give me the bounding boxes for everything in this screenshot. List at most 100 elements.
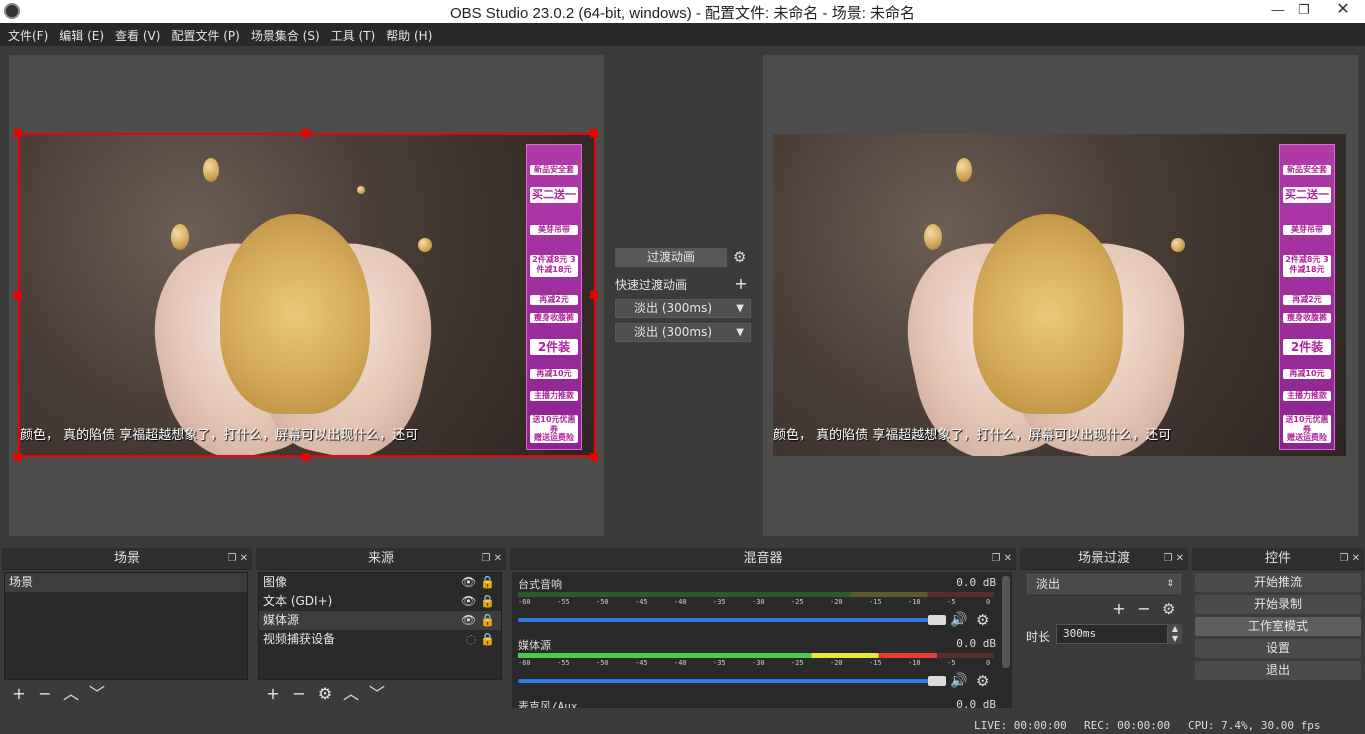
sources-list[interactable]: 图像 👁 🔒 文本 (GDI+) 👁 🔒 媒体源 👁 🔒 视频捕获设备 ◌ 🔒 [258, 572, 502, 680]
track-name: 媒体源 [518, 639, 551, 652]
ad-label: 买二送一 [1283, 187, 1331, 203]
resize-handle[interactable] [14, 129, 22, 137]
transition-select-value: 淡出 [1036, 577, 1061, 591]
eye-lock-icons[interactable]: 👁 🔒 [461, 611, 495, 630]
exit-button[interactable]: 退出 [1195, 661, 1361, 680]
sources-dock-header: 来源 ❐ ✕ [256, 548, 506, 570]
meter-ticks: -60 -55 -50 -45 -40 -35 -30 -25 -20 -15 -10 -5 0 [518, 659, 998, 669]
meter-tick-label: -40 [674, 659, 687, 667]
start-streaming-button[interactable]: 开始推流 [1195, 573, 1361, 592]
chevron-down-icon: ▼ [736, 327, 744, 338]
dock-float-close-icon[interactable]: ❐ ✕ [1339, 548, 1360, 570]
chevron-updown-icon: ⇕ [1166, 579, 1174, 589]
controls-dock-header: 控件 ❐ ✕ [1192, 548, 1364, 570]
meter-tick-label: -5 [947, 598, 956, 606]
source-label: 图像 [263, 575, 288, 589]
move-down-icon[interactable]: ﹀ [366, 683, 388, 705]
settings-button[interactable]: 设置 [1195, 639, 1361, 658]
volume-knob[interactable] [928, 615, 946, 625]
studio-mode-button[interactable]: 工作室模式 [1195, 617, 1361, 636]
gear-icon[interactable]: ⚙ [976, 672, 989, 690]
quick-transition-fade-1[interactable]: 淡出 (300ms) ▼ [615, 299, 751, 318]
list-item[interactable]: 文本 (GDI+) 👁 🔒 [259, 592, 501, 611]
list-item[interactable]: 图像 👁 🔒 [259, 573, 501, 592]
track-db: 0.0 dB [956, 637, 996, 650]
dock-float-close-icon[interactable]: ❐ ✕ [227, 548, 248, 570]
window-title: OBS Studio 23.0.2 (64-bit, windows) - 配置… [449, 5, 916, 22]
resize-handle[interactable] [14, 453, 22, 461]
menu-file[interactable]: 文件(F) [4, 23, 55, 46]
resize-handle[interactable] [590, 129, 598, 137]
transition-button[interactable]: 过渡动画 [615, 248, 727, 267]
meter-tick-label: -20 [830, 598, 843, 606]
volume-slider[interactable] [518, 679, 938, 683]
live-timer: LIVE: 00:00:00 [974, 719, 1067, 732]
eye-hidden-lock-icons[interactable]: ◌ 🔒 [466, 630, 495, 649]
menu-profile[interactable]: 配置文件 (P) [167, 23, 246, 46]
add-icon[interactable]: + [262, 683, 284, 705]
remove-icon[interactable]: − [1133, 598, 1155, 620]
move-down-icon[interactable]: ﹀ [86, 683, 108, 705]
menu-scene-collection[interactable]: 场景集合 (S) [247, 23, 327, 46]
mixer-dock-header: 混音器 ❐ ✕ [510, 548, 1016, 570]
quick-transition-label: 快速过渡动画 [615, 278, 688, 292]
ad-label: 送10元优惠券 [1283, 415, 1331, 435]
gear-icon[interactable]: ⚙ [976, 611, 989, 629]
track-name: 台式音响 [518, 578, 562, 591]
meter-tick-label: -50 [596, 598, 609, 606]
meter-tick-label: -30 [752, 659, 765, 667]
speaker-icon[interactable]: 🔊 [950, 612, 967, 628]
duration-input[interactable]: 300ms [1056, 624, 1168, 644]
dock-float-close-icon[interactable]: ❐ ✕ [481, 548, 502, 570]
ad-label: 主播力推款 [1283, 391, 1331, 401]
remove-icon[interactable]: − [34, 683, 56, 705]
resize-handle[interactable] [590, 291, 598, 299]
dock-float-close-icon[interactable]: ❐ ✕ [1163, 548, 1184, 570]
selection-box[interactable] [18, 133, 596, 457]
program-canvas: 新品安全套 买二送一 美芽吊带 2件减8元 3件减18元 再减2元 瘦身收腹裤 … [763, 55, 1358, 536]
scenes-list[interactable]: 场景 [4, 572, 248, 680]
speaker-icon[interactable]: 🔊 [950, 673, 967, 689]
program-subtitle: 颜色， 真的陷债 享福超越想象了，打什么，屏幕可以出现什么，还可 [773, 428, 1172, 443]
menu-view[interactable]: 查看 (V) [111, 23, 167, 46]
quick-transition-fade-2[interactable]: 淡出 (300ms) ▼ [615, 323, 751, 342]
mixer-scrollbar[interactable] [1002, 576, 1010, 668]
add-quick-transition-icon[interactable]: + [730, 273, 752, 295]
meter-tick-label: -15 [869, 659, 882, 667]
ad-label: 美芽吊带 [1283, 225, 1331, 235]
list-item[interactable]: 场景 [5, 573, 247, 592]
duration-spinner[interactable]: ▲ ▼ [1168, 624, 1182, 644]
dock-float-close-icon[interactable]: ❐ ✕ [991, 548, 1012, 570]
close-icon[interactable]: ✕ [1321, 0, 1365, 22]
resize-handle[interactable] [302, 453, 310, 461]
volume-knob[interactable] [928, 676, 946, 686]
menu-tools[interactable]: 工具 (T) [327, 23, 383, 46]
restore-icon[interactable]: ❐ [1287, 0, 1321, 22]
gear-icon[interactable]: ⚙ [314, 683, 336, 705]
eye-lock-icons[interactable]: 👁 🔒 [461, 592, 495, 611]
menu-edit[interactable]: 编辑 (E) [55, 23, 111, 46]
menu-help[interactable]: 帮助 (H) [382, 23, 439, 46]
resize-handle[interactable] [14, 291, 22, 299]
volume-slider[interactable] [518, 618, 938, 622]
eye-lock-icons[interactable]: 👁 🔒 [461, 573, 495, 592]
resize-handle[interactable] [590, 453, 598, 461]
meter-tick-label: -55 [557, 598, 570, 606]
meter-tick-label: -25 [791, 659, 804, 667]
preview-canvas[interactable]: 新品安全套 买二送一 美芽吊带 2件减8元 3件减18元 再减2元 瘦身收腹裤 … [9, 55, 604, 536]
gear-icon[interactable]: ⚙ [1162, 600, 1175, 618]
remove-icon[interactable]: − [288, 683, 310, 705]
scene-transitions-header: 场景过渡 ❐ ✕ [1020, 548, 1188, 570]
transition-select[interactable]: 淡出 ⇕ [1027, 574, 1181, 594]
add-icon[interactable]: + [8, 683, 30, 705]
chevron-down-icon: ▼ [736, 303, 744, 314]
list-item[interactable]: 媒体源 👁 🔒 [259, 611, 501, 630]
move-up-icon[interactable]: ︿ [340, 683, 362, 705]
resize-handle[interactable] [302, 129, 310, 137]
add-icon[interactable]: + [1108, 598, 1130, 620]
start-recording-button[interactable]: 开始录制 [1195, 595, 1361, 614]
transition-gear-icon[interactable]: ⚙ [733, 248, 746, 266]
list-item[interactable]: 视频捕获设备 ◌ 🔒 [259, 630, 501, 649]
audio-meter [518, 653, 994, 658]
move-up-icon[interactable]: ︿ [60, 683, 82, 705]
